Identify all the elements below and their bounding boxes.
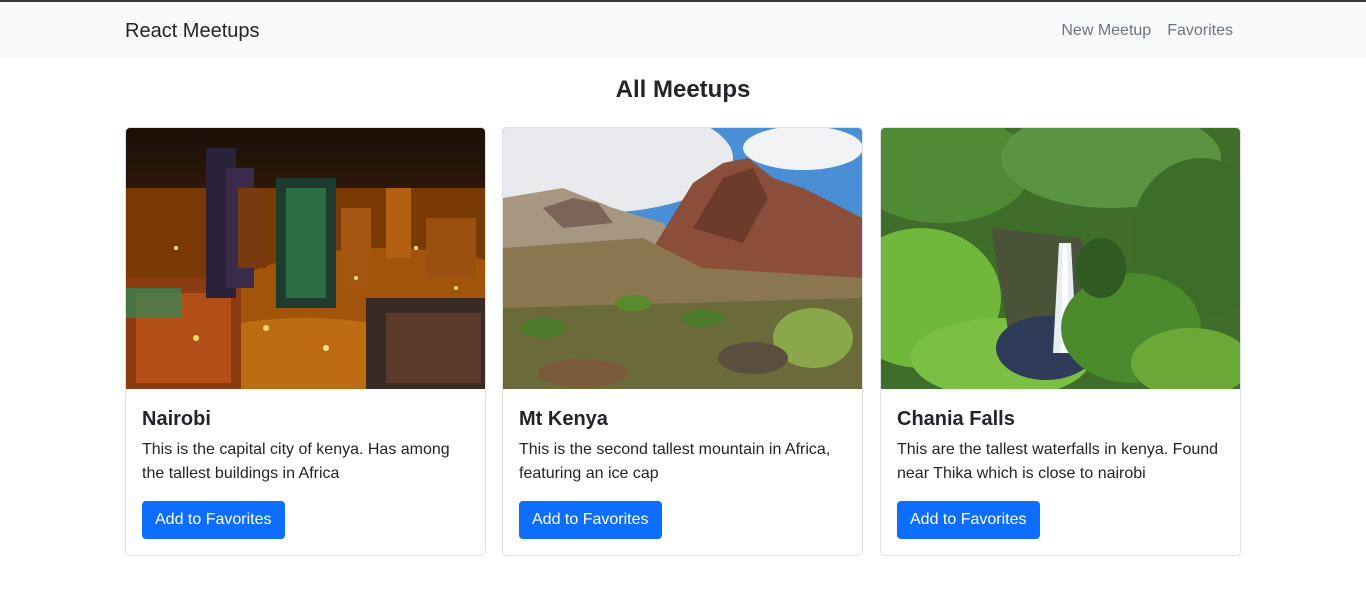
meetup-title: Chania Falls bbox=[897, 408, 1015, 430]
nav-links: New Meetup Favorites bbox=[1061, 21, 1233, 41]
add-to-favorites-button[interactable]: Add to Favorites bbox=[142, 501, 285, 539]
meetup-image-mt-kenya bbox=[503, 128, 862, 389]
navbar: React Meetups New Meetup Favorites bbox=[0, 2, 1366, 58]
meetup-description: This is the capital city of kenya. Has a… bbox=[142, 441, 450, 482]
meetup-card: Mt Kenya This is the second tallest moun… bbox=[502, 127, 863, 556]
meetup-description: This is the second tallest mountain in A… bbox=[519, 441, 831, 482]
meetup-description: This are the tallest waterfalls in kenya… bbox=[897, 441, 1219, 482]
meetup-title: Nairobi bbox=[142, 408, 211, 430]
brand-link[interactable]: React Meetups bbox=[125, 19, 260, 43]
add-to-favorites-button[interactable]: Add to Favorites bbox=[519, 501, 662, 539]
add-to-favorites-button[interactable]: Add to Favorites bbox=[897, 501, 1040, 539]
nav-link-favorites[interactable]: Favorites bbox=[1167, 21, 1233, 41]
meetup-card: Chania Falls This are the tallest waterf… bbox=[880, 127, 1241, 556]
meetup-card: Nairobi This is the capital city of keny… bbox=[125, 127, 486, 556]
meetup-title: Mt Kenya bbox=[519, 408, 608, 430]
meetup-image-chania-falls bbox=[881, 128, 1240, 389]
meetup-image-nairobi bbox=[126, 128, 485, 389]
page-title: All Meetups bbox=[615, 76, 751, 103]
nav-link-new-meetup[interactable]: New Meetup bbox=[1061, 21, 1151, 41]
